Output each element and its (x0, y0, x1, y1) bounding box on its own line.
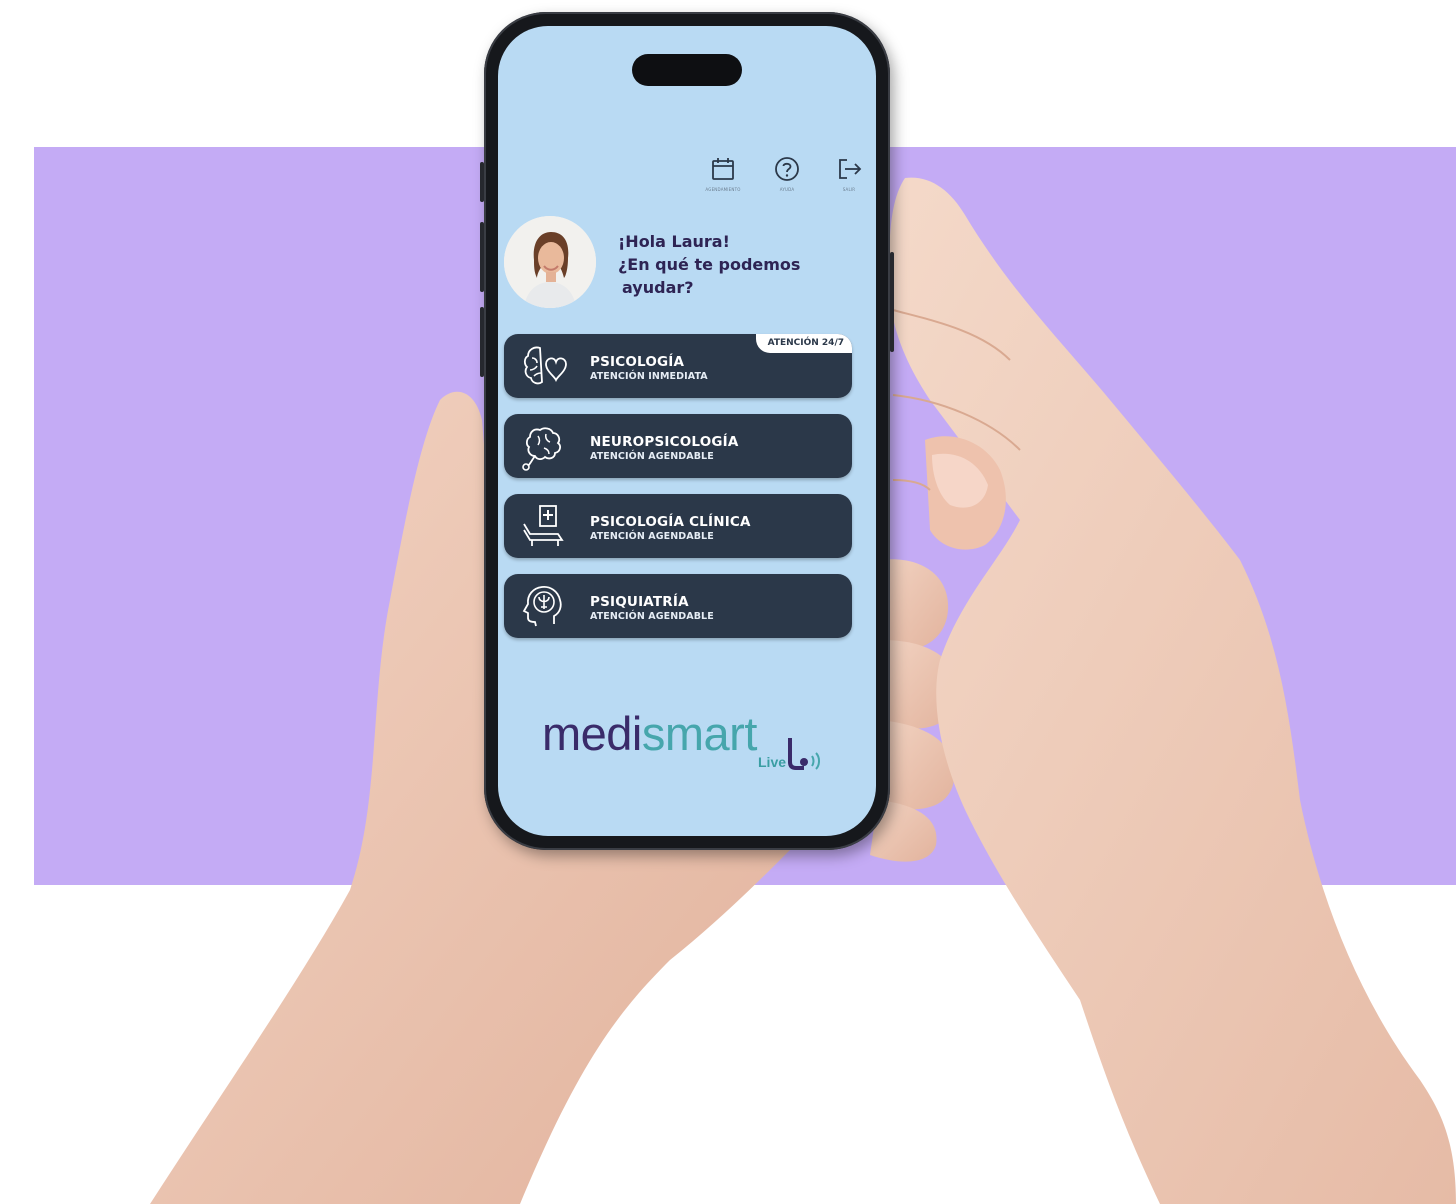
greeting-text: ¡Hola Laura! ¿En qué te podemos ayudar? (618, 230, 838, 299)
user-photo-icon (504, 216, 596, 308)
service-subtitle: ATENCIÓN INMEDIATA (590, 371, 708, 382)
logo-wordmark: medismart (542, 706, 757, 761)
service-subtitle: ATENCIÓN AGENDABLE (590, 531, 714, 542)
service-card-neuropsicologia[interactable]: NEUROPSICOLOGÍA ATENCIÓN AGENDABLE (504, 414, 852, 478)
phone-side-button (480, 307, 484, 377)
logout-button[interactable]: Salir (824, 154, 874, 202)
help-button[interactable]: Ayuda (762, 154, 812, 202)
therapy-couch-icon (523, 505, 564, 546)
service-title: PSICOLOGÍA (590, 354, 685, 370)
help-icon (775, 157, 799, 181)
head-psi-icon (522, 586, 562, 627)
service-subtitle: ATENCIÓN AGENDABLE (590, 451, 714, 462)
phone-side-button (480, 162, 484, 202)
brain-stethoscope-icon (522, 427, 562, 471)
logout-icon (839, 159, 862, 179)
greeting-line-2: ¿En qué te podemos (618, 255, 801, 274)
logo-medi: medi (542, 707, 642, 760)
brain-heart-icon (523, 346, 567, 385)
logout-label: Salir (842, 187, 856, 192)
phone-side-button (480, 222, 484, 292)
service-card-psicologia-clinica[interactable]: PSICOLOGÍA CLÍNICA ATENCIÓN AGENDABLE (504, 494, 852, 558)
logo-live: Live (758, 754, 787, 770)
calendar-label: Agendamiento (705, 187, 741, 192)
service-card-psicologia[interactable]: PSICOLOGÍA ATENCIÓN INMEDIATA ATENCIÓN 2… (504, 334, 852, 398)
greeting-line-1: ¡Hola Laura! (618, 232, 730, 251)
availability-badge: ATENCIÓN 24/7 (755, 334, 852, 353)
smartphone-device: Agendamiento Ayuda Salir (480, 12, 894, 850)
logo-smart: smart (641, 707, 758, 760)
signal-waves-icon (788, 738, 820, 770)
phone-power-button (890, 252, 894, 352)
service-title: NEUROPSICOLOGÍA (590, 434, 739, 450)
top-action-bar: Agendamiento Ayuda Salir (698, 154, 876, 204)
help-label: Ayuda (779, 187, 795, 192)
service-title: PSIQUIATRÍA (590, 594, 689, 610)
service-card-psiquiatria[interactable]: PSIQUIATRÍA ATENCIÓN AGENDABLE (504, 574, 852, 638)
app-screen: Agendamiento Ayuda Salir (498, 26, 876, 836)
service-subtitle: ATENCIÓN AGENDABLE (590, 611, 714, 622)
service-list: PSICOLOGÍA ATENCIÓN INMEDIATA ATENCIÓN 2… (504, 334, 852, 654)
dynamic-island (632, 54, 742, 86)
greeting-line-3: ayudar? (622, 278, 694, 297)
avatar[interactable] (504, 216, 596, 308)
calendar-button[interactable]: Agendamiento (698, 154, 748, 202)
medismart-live-logo: medismart Live (542, 706, 842, 776)
calendar-icon (712, 158, 734, 180)
service-title: PSICOLOGÍA CLÍNICA (590, 514, 751, 530)
